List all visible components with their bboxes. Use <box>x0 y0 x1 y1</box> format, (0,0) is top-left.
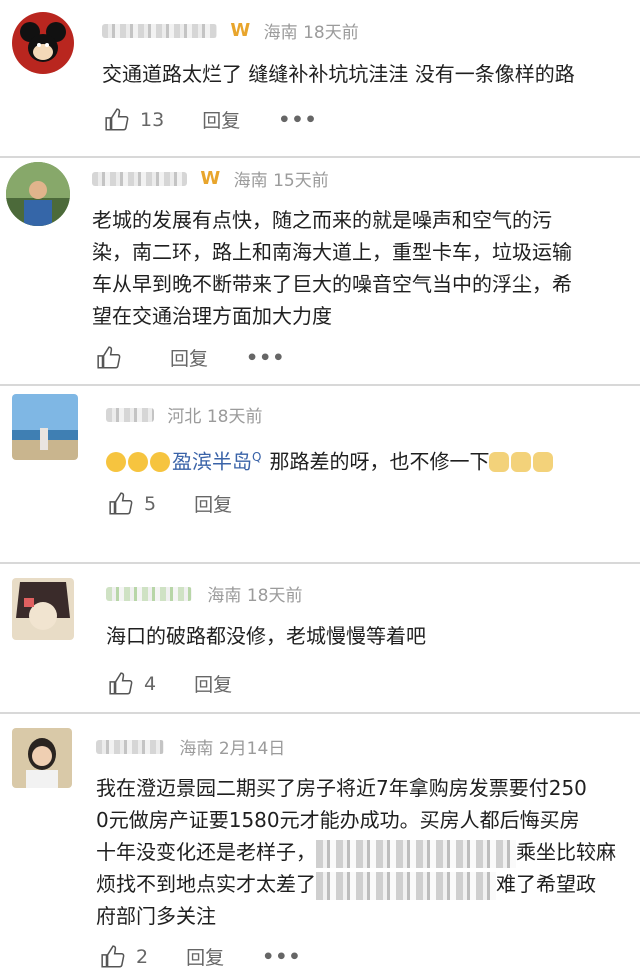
blurred-username[interactable] <box>106 586 192 601</box>
comment-text: 盈滨半岛Q 那路差的呀，也不修一下 <box>106 441 555 478</box>
user-mention-link[interactable]: 盈滨半岛 <box>172 450 252 474</box>
location: 海南 <box>263 23 298 43</box>
comment-meta: W 海南 15天前 <box>92 166 329 191</box>
cat-emoji-icon <box>533 451 554 472</box>
comment-meta: W 海南 18天前 <box>102 18 359 43</box>
reply-button[interactable]: 回复 <box>194 670 232 697</box>
comment-actions: 回复 ••• <box>96 344 285 371</box>
comment-line: 望在交通治理方面加大力度 <box>92 304 332 328</box>
like-count: 13 <box>140 108 165 131</box>
comment-line: 烦找不到地点实才太差了 难了希望政 <box>96 868 616 900</box>
location: 海南 <box>207 586 242 606</box>
like-button[interactable]: 5 <box>108 491 156 517</box>
comment-line: 十年没变化还是老样子， 乘坐比较麻 <box>96 836 616 868</box>
redacted-image <box>316 871 496 900</box>
redacted-image <box>316 839 516 868</box>
comment-text: 交通道路太烂了 缝缝补补坑坑洼洼 没有一条像样的路 <box>102 58 575 90</box>
comment-line-part: 难了希望政 <box>496 872 596 896</box>
comment-meta: 海南 18天前 <box>106 581 302 606</box>
comment-meta: 河北 18天前 <box>106 402 262 427</box>
like-button[interactable]: 4 <box>108 671 156 697</box>
location: 海南 <box>179 739 214 759</box>
mickey-avatar-icon <box>20 22 66 62</box>
person-photo-avatar-icon <box>12 728 72 788</box>
comment-line: 车从早到晚不断带来了巨大的噪音空气当中的浮尘，希 <box>92 272 572 296</box>
comment-actions: 4 回复 <box>108 670 232 697</box>
comment-line-part: 烦找不到地点实才太差了 <box>96 872 316 896</box>
comment-line: 老城的发展有点快，随之而来的就是噪声和空气的污 <box>92 208 552 232</box>
comment-item: W 海南 15天前 老城的发展有点快，随之而来的就是噪声和空气的污 染，南二环，… <box>0 158 640 386</box>
thumbs-up-icon <box>109 491 133 515</box>
thumbs-up-icon <box>97 345 121 369</box>
like-button[interactable]: 13 <box>104 107 164 133</box>
avatar[interactable] <box>6 162 70 226</box>
like-count: 4 <box>144 672 157 695</box>
crying-emoji-icon <box>106 451 126 472</box>
thumbs-up-icon <box>105 107 129 131</box>
comment-line: 我在澄迈景园二期买了房子将近7年拿购房发票要付250 <box>96 776 587 800</box>
comment-line: 交通道路太烂了 缝缝补补坑坑洼洼 没有一条像样的路 <box>102 62 575 86</box>
like-button[interactable] <box>96 345 132 371</box>
location: 河北 <box>167 407 202 427</box>
more-options-button[interactable]: ••• <box>262 946 301 968</box>
comment-meta: 海南 2月14日 <box>96 734 285 759</box>
comment-item: 海南 2月14日 我在澄迈景园二期买了房子将近7年拿购房发票要付250 0元做房… <box>0 714 640 977</box>
reply-button[interactable]: 回复 <box>186 943 224 970</box>
blurred-username[interactable] <box>92 171 187 186</box>
crying-emoji-icon <box>150 451 170 472</box>
comment-item: 河北 18天前 盈滨半岛Q 那路差的呀，也不修一下 5 回复 <box>0 386 640 564</box>
avatar[interactable] <box>12 394 78 460</box>
vip-badge-icon: W <box>200 168 221 189</box>
blurred-username[interactable] <box>96 739 164 754</box>
comment-line: 府部门多关注 <box>96 904 216 928</box>
time: 18天前 <box>206 407 263 427</box>
time: 18天前 <box>246 586 303 606</box>
person-photo-avatar-icon <box>6 162 70 226</box>
beach-photo-avatar-icon <box>12 394 78 460</box>
avatar[interactable] <box>12 578 74 640</box>
mention-badge-icon: Q <box>252 450 262 464</box>
time: 15天前 <box>273 171 329 191</box>
reply-button[interactable]: 回复 <box>170 344 208 371</box>
comment-actions: 5 回复 <box>108 490 232 517</box>
thumbs-up-icon <box>109 671 133 695</box>
comment-text: 老城的发展有点快，随之而来的就是噪声和空气的污 染，南二环，路上和南海大道上，重… <box>92 204 572 332</box>
more-options-button[interactable]: ••• <box>278 109 317 131</box>
blurred-username[interactable] <box>106 407 154 422</box>
time: 2月14日 <box>218 739 286 759</box>
comment-line: 0元做房产证要1580元才能办成功。买房人都后悔买房 <box>96 808 580 832</box>
reply-button[interactable]: 回复 <box>202 106 240 133</box>
comment-line: 染，南二环，路上和南海大道上，重型卡车，垃圾运输 <box>92 240 572 264</box>
avatar[interactable] <box>12 728 72 788</box>
location: 海南 <box>233 171 268 191</box>
more-options-button[interactable]: ••• <box>246 347 285 369</box>
comment-text: 海口的破路都没修，老城慢慢等着吧 <box>106 620 426 652</box>
comment-line-part: 十年没变化还是老样子， <box>96 840 316 864</box>
time: 18天前 <box>303 23 359 43</box>
blurred-username[interactable] <box>102 23 217 38</box>
comment-line: 那路差的呀，也不修一下 <box>269 449 490 474</box>
comment-item: W 海南 18天前 交通道路太烂了 缝缝补补坑坑洼洼 没有一条像样的路 13 回… <box>0 0 640 158</box>
comment-line-part: 乘坐比较麻 <box>516 840 616 864</box>
crying-emoji-icon <box>128 451 148 472</box>
avatar[interactable] <box>12 12 74 74</box>
cartoon-avatar-icon <box>12 578 74 640</box>
like-button[interactable]: 2 <box>100 944 148 970</box>
comment-item: 海南 18天前 海口的破路都没修，老城慢慢等着吧 4 回复 <box>0 564 640 714</box>
thumbs-up-icon <box>101 944 125 968</box>
comment-actions: 13 回复 ••• <box>104 106 318 133</box>
comment-text: 我在澄迈景园二期买了房子将近7年拿购房发票要付250 0元做房产证要1580元才… <box>96 772 616 932</box>
like-count: 2 <box>136 945 149 968</box>
vip-badge-icon: W <box>230 20 251 41</box>
comment-actions: 2 回复 ••• <box>100 943 302 970</box>
cat-emoji-icon <box>511 451 532 472</box>
like-count: 5 <box>144 492 157 515</box>
comment-line: 海口的破路都没修，老城慢慢等着吧 <box>106 624 426 648</box>
cat-emoji-icon <box>489 451 510 472</box>
reply-button[interactable]: 回复 <box>194 490 232 517</box>
